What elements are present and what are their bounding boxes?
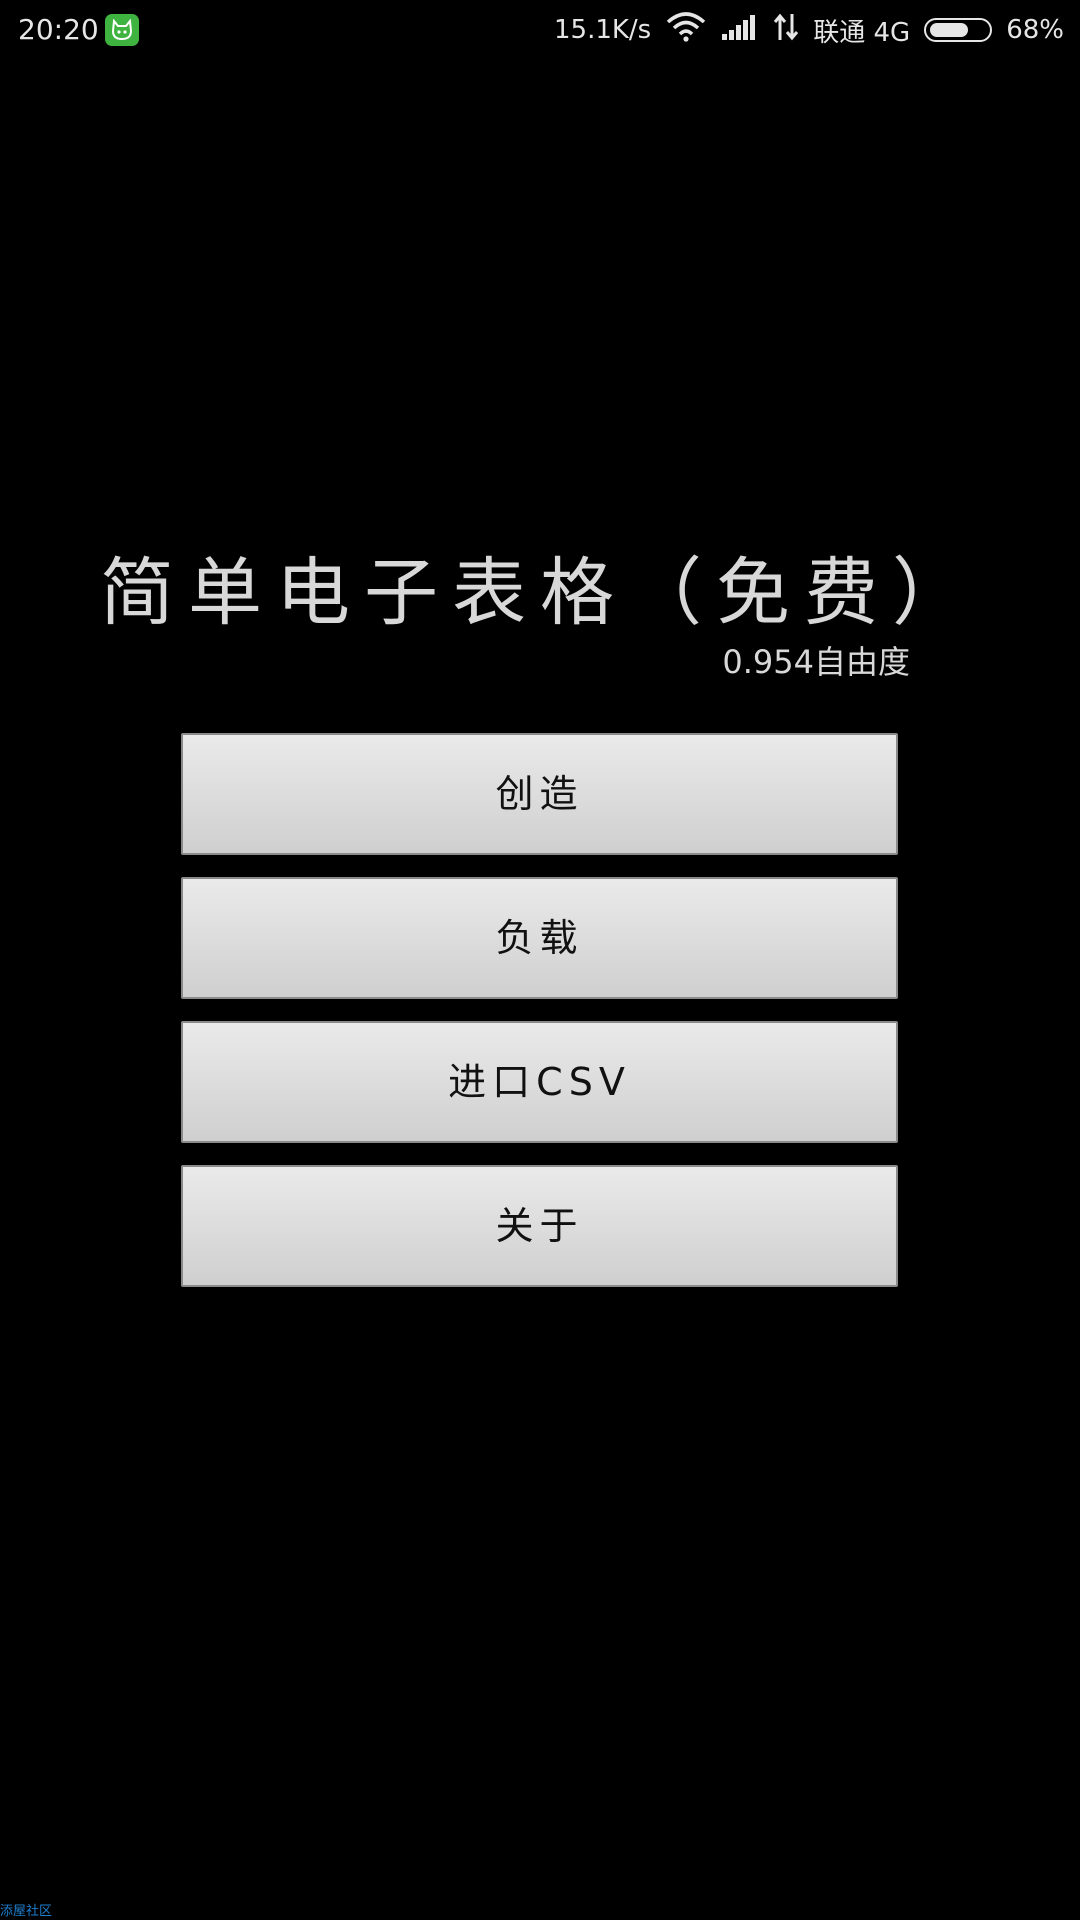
network-speed: 15.1K/s (553, 15, 652, 45)
status-indicators: 15.1K/s 联通 4G 68% (553, 11, 1064, 49)
android-cat-icon (105, 14, 139, 46)
data-arrows-icon (773, 13, 799, 48)
battery-icon (924, 18, 993, 42)
battery-level-fill (930, 23, 969, 37)
about-button[interactable]: 关于 (181, 1165, 898, 1287)
battery-percent: 68% (1006, 15, 1064, 45)
status-bar: 20:20 15.1K/s 联通 4G 68% (0, 0, 1080, 60)
carrier-label: 联通 4G (813, 17, 911, 48)
main-menu: 创造 负载 进口CSV 关于 (181, 733, 898, 1309)
import-csv-button[interactable]: 进口CSV (181, 1021, 898, 1143)
create-button[interactable]: 创造 (181, 733, 898, 855)
wifi-icon (665, 11, 707, 49)
status-time: 20:20 (18, 13, 99, 46)
watermark-text: 添屋社区 (0, 1904, 53, 1919)
app-version: 0.954自由度 (722, 643, 910, 681)
signal-bars-icon (721, 13, 759, 48)
app-title: 简单电子表格（免费） (100, 550, 980, 636)
load-button[interactable]: 负载 (181, 877, 898, 999)
